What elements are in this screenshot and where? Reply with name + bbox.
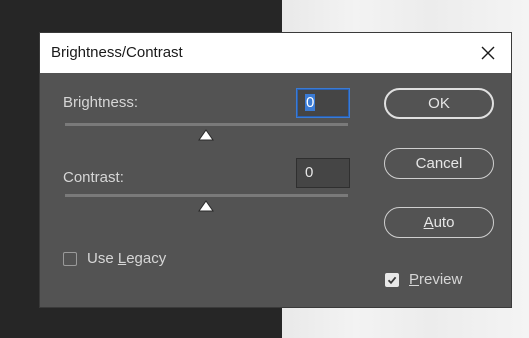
use-legacy-checkbox-row[interactable]: Use Legacy <box>63 250 166 267</box>
checkmark-icon <box>387 276 397 284</box>
preview-rest: review <box>419 271 463 288</box>
brightness-input[interactable]: 0 <box>296 88 350 118</box>
use-legacy-label: Use Legacy <box>87 250 166 267</box>
auto-button[interactable]: Auto <box>384 207 494 238</box>
use-legacy-mnemonic: L <box>117 250 127 267</box>
contrast-label: Contrast: <box>63 169 124 186</box>
preview-label: Preview <box>409 271 462 288</box>
brightness-slider-track[interactable] <box>65 123 348 126</box>
close-button[interactable] <box>472 37 504 69</box>
preview-checkbox-row[interactable]: Preview <box>385 271 462 288</box>
brightness-label: Brightness: <box>63 94 139 111</box>
cancel-button[interactable]: Cancel <box>384 148 494 179</box>
brightness-contrast-dialog: Brightness/Contrast Brightness: 0 Contra… <box>40 33 511 307</box>
use-legacy-prefix: Use <box>87 250 118 267</box>
use-legacy-checkbox[interactable] <box>63 251 77 266</box>
triangle-up-icon <box>198 129 214 141</box>
preview-mnemonic: P <box>409 271 420 288</box>
auto-label-rest: uto <box>433 214 455 231</box>
dialog-title: Brightness/Contrast <box>51 44 183 61</box>
brightness-value: 0 <box>305 94 316 111</box>
use-legacy-rest: egacy <box>126 250 167 267</box>
dialog-titlebar: Brightness/Contrast <box>40 33 511 73</box>
contrast-slider-track[interactable] <box>65 194 348 197</box>
auto-mnemonic: A <box>423 214 434 231</box>
ok-button[interactable]: OK <box>384 88 494 119</box>
contrast-value: 0 <box>305 164 314 181</box>
close-icon <box>481 46 495 60</box>
preview-checkbox[interactable] <box>385 272 399 287</box>
triangle-up-icon <box>198 200 214 212</box>
contrast-input[interactable]: 0 <box>296 158 350 188</box>
